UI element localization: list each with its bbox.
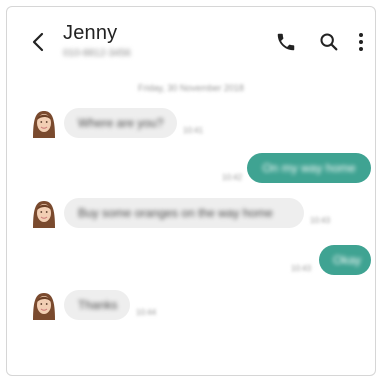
incoming-message-bubble[interactable]: Thanks — [64, 290, 130, 320]
message-time: 10:42 — [222, 173, 243, 182]
outgoing-message-bubble[interactable]: Okay — [319, 245, 371, 275]
contact-number: 010-8812-3456 — [63, 48, 131, 59]
contact-name: Jenny — [63, 22, 118, 44]
messages-screen: Jenny 010-8812-3456 Friday, 30 November … — [6, 6, 376, 376]
contact-avatar[interactable] — [29, 198, 59, 228]
message-time: 10:43 — [291, 264, 312, 273]
contact-avatar[interactable] — [29, 290, 59, 320]
back-icon[interactable] — [29, 31, 47, 53]
contact-avatar[interactable] — [29, 108, 59, 138]
search-icon[interactable] — [318, 31, 340, 53]
message-time: 10:44 — [136, 308, 157, 317]
date-separator: Friday, 30 November 2018 — [138, 83, 244, 93]
message-time: 10:43 — [310, 216, 331, 225]
incoming-message-bubble[interactable]: Buy some oranges on the way home — [64, 198, 304, 228]
conversation-header: Jenny 010-8812-3456 — [7, 7, 375, 71]
phone-icon[interactable] — [275, 31, 297, 53]
message-time: 10:41 — [183, 126, 204, 135]
outgoing-message-bubble[interactable]: On my way home — [247, 153, 371, 183]
more-vertical-icon[interactable] — [357, 30, 365, 54]
incoming-message-bubble[interactable]: Where are you? — [64, 108, 177, 138]
